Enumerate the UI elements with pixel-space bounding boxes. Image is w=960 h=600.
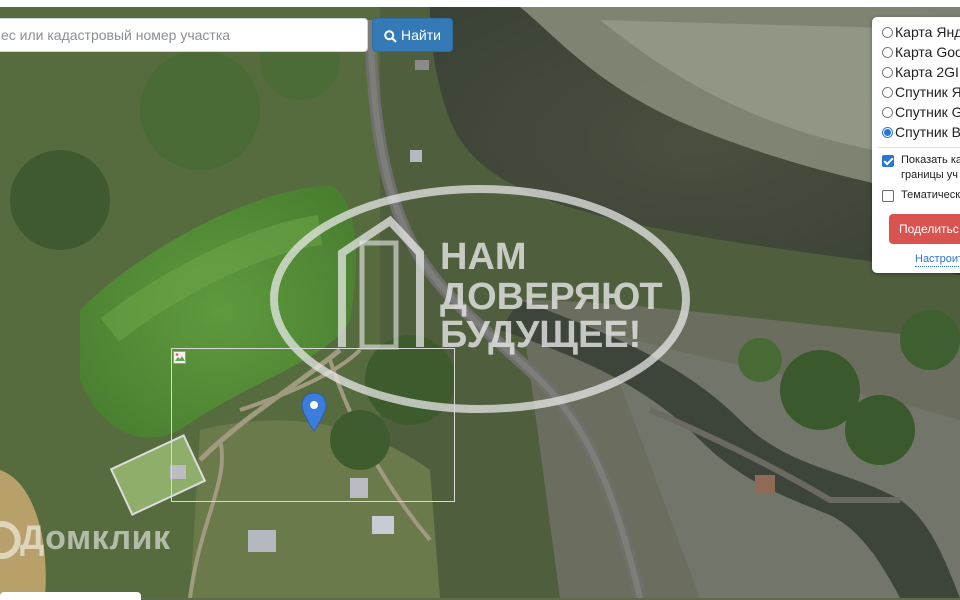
show-boundaries-label-line2: границы уч xyxy=(901,169,958,181)
broken-image-icon xyxy=(173,351,186,364)
share-button[interactable]: Поделитьс xyxy=(889,214,960,244)
radio-yandex-map[interactable] xyxy=(882,27,893,38)
panel-divider xyxy=(878,147,960,148)
layer-switcher-panel: Карта Янд Карта Goo Карта 2GI Спутник Я … xyxy=(872,17,960,273)
settings-link[interactable]: Настроит xyxy=(915,253,960,267)
radio-google-map[interactable] xyxy=(882,47,893,58)
layer-option-bing-satellite[interactable]: Спутник B xyxy=(872,122,960,142)
bottom-panel-tab[interactable] xyxy=(0,592,141,600)
layer-option-yandex-map[interactable]: Карта Янд xyxy=(872,22,960,42)
layer-option-google-satellite[interactable]: Спутник G xyxy=(872,102,960,122)
top-edge-strip xyxy=(0,0,960,7)
layer-option-2gis-map[interactable]: Карта 2GI xyxy=(872,62,959,82)
search-button[interactable]: Найти xyxy=(372,18,453,52)
watermark-line-2: ДОВЕРЯЮТ xyxy=(440,276,663,318)
thematic-checkbox[interactable] xyxy=(882,190,894,202)
watermark-line-3: БУДУЩЕЕ! xyxy=(440,314,641,356)
domclick-brand: Домклик xyxy=(20,519,171,557)
search-button-label: Найти xyxy=(401,27,441,43)
radio-2gis-map[interactable] xyxy=(882,67,893,78)
layer-option-google-map[interactable]: Карта Goo xyxy=(872,42,960,62)
location-marker-icon[interactable] xyxy=(301,392,327,432)
radio-bing-satellite[interactable] xyxy=(882,127,893,138)
search-icon xyxy=(384,29,397,43)
thematic-label: Тематическ xyxy=(901,189,960,201)
radio-yandex-satellite[interactable] xyxy=(882,87,893,98)
radio-google-satellite[interactable] xyxy=(882,107,893,118)
layer-option-yandex-satellite[interactable]: Спутник Я xyxy=(872,82,960,102)
show-boundaries-checkbox[interactable] xyxy=(882,155,894,167)
watermark-line-1: НАМ xyxy=(440,236,527,278)
search-input[interactable]: ес или кадастровый номер участка xyxy=(0,18,368,52)
show-boundaries-label-line1: Показать ка xyxy=(901,154,960,166)
